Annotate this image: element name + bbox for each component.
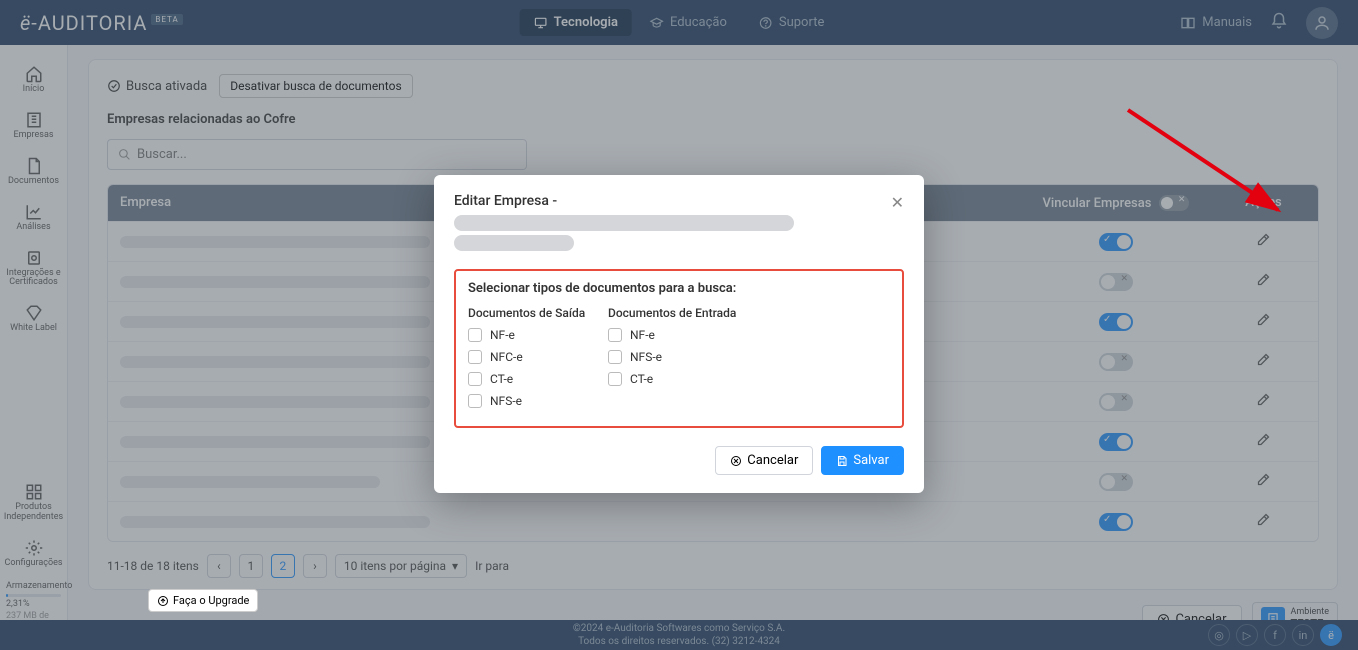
modal: Editar Empresa - ✕ Selecionar tipos de d… [434,175,924,493]
saida-checkbox[interactable] [468,372,482,386]
entrada-label: NFS-e [630,350,662,364]
entrada-label: NF-e [630,328,655,342]
saida-label: NFS-e [490,394,522,408]
select-docs-title: Selecionar tipos de documentos para a bu… [468,281,890,296]
modal-overlay: Editar Empresa - ✕ Selecionar tipos de d… [0,0,1358,650]
entrada-header: Documentos de Entrada [608,306,736,320]
saida-checkbox[interactable] [468,394,482,408]
entrada-checkbox[interactable] [608,350,622,364]
entrada-checkbox[interactable] [608,372,622,386]
entrada-checkbox[interactable] [608,328,622,342]
saida-label: NFC-e [490,350,523,364]
close-icon[interactable]: ✕ [891,193,904,212]
saida-checkbox[interactable] [468,350,482,364]
select-box: Selecionar tipos de documentos para a bu… [454,269,904,428]
modal-salvar-button[interactable]: Salvar [821,446,904,475]
saida-label: CT-e [490,372,513,386]
redacted-name [454,215,794,231]
saida-checkbox[interactable] [468,328,482,342]
upgrade-button[interactable]: Faça o Upgrade [148,589,258,612]
modal-cancelar-button[interactable]: Cancelar [715,446,813,475]
saida-header: Documentos de Saída [468,306,588,320]
entrada-label: CT-e [630,372,653,386]
saida-label: NF-e [490,328,515,342]
redacted-sub [454,235,574,251]
modal-title: Editar Empresa - [454,193,557,209]
